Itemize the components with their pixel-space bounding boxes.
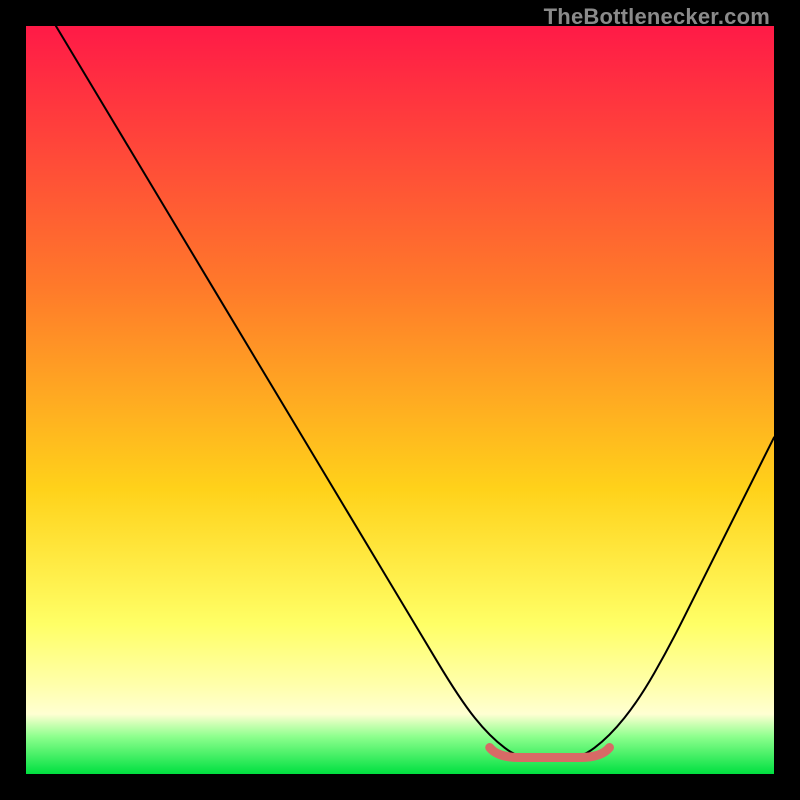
watermark-text: TheBottlenecker.com <box>544 4 770 30</box>
gradient-background <box>26 26 774 774</box>
chart-plot <box>26 26 774 774</box>
chart-frame <box>26 26 774 774</box>
